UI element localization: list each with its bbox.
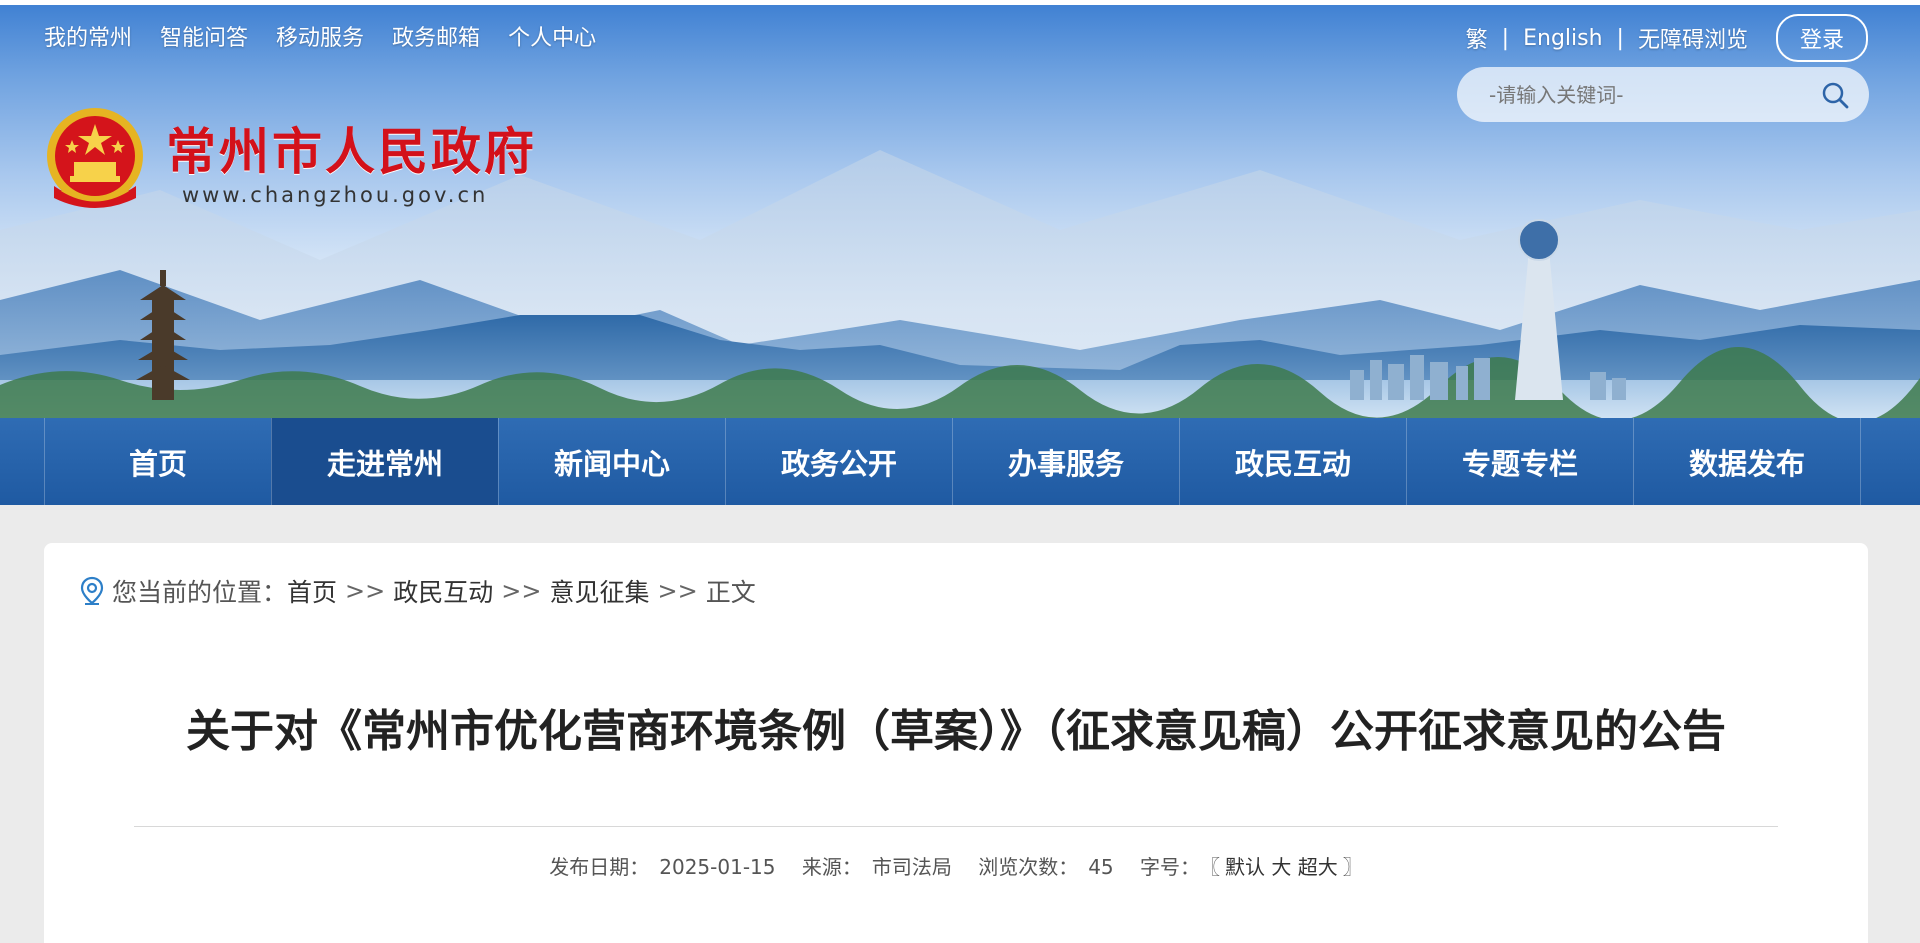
breadcrumb-separator: >> — [501, 577, 542, 605]
nav-about-changzhou[interactable]: 走进常州 — [271, 418, 498, 505]
publish-date: 发布日期： 2025-01-15 — [544, 855, 780, 879]
separator: | — [1616, 25, 1624, 51]
article-title: 关于对《常州市优化营商环境条例（草案）》（征求意见稿）公开征求意见的公告 — [186, 706, 1726, 757]
publish-date-label: 发布日期： — [549, 855, 650, 879]
breadcrumb-home[interactable]: 首页 — [287, 573, 337, 609]
nav-interaction[interactable]: 政民互动 — [1179, 418, 1406, 505]
login-button[interactable]: 登录 — [1775, 14, 1868, 62]
site-url: www.changzhou.gov.cn — [182, 183, 489, 207]
link-my-changzhou[interactable]: 我的常州 — [44, 20, 132, 52]
breadcrumb-current: 正文 — [705, 578, 756, 607]
landscape-banner — [0, 150, 1920, 418]
view-count-value: 45 — [1088, 855, 1114, 879]
breadcrumb-prefix: 您当前的位置： — [112, 578, 288, 607]
link-traditional-chinese[interactable]: 繁 — [1466, 22, 1488, 54]
link-smart-qa[interactable]: 智能问答 — [160, 20, 248, 52]
nav-services[interactable]: 办事服务 — [952, 418, 1179, 505]
link-accessibility[interactable]: 无障碍浏览 — [1638, 22, 1748, 54]
view-count-label: 浏览次数： — [978, 855, 1079, 879]
nav-data-release[interactable]: 数据发布 — [1633, 418, 1861, 505]
breadcrumb-separator: >> — [657, 577, 698, 605]
breadcrumb: 您当前的位置： 首页 >> 政民互动 >> 意见征集 >> 正文 — [80, 573, 756, 609]
source: 来源： 市司法局 — [797, 855, 957, 879]
location-pin-icon — [80, 576, 104, 605]
nav-special-topics[interactable]: 专题专栏 — [1406, 418, 1633, 505]
utility-links: 我的常州 智能问答 移动服务 政务邮箱 个人中心 — [44, 20, 596, 52]
search-icon[interactable] — [1821, 81, 1849, 109]
source-label: 来源： — [801, 855, 862, 879]
view-count: 浏览次数： 45 — [973, 855, 1118, 879]
breadcrumb-opinion-collection[interactable]: 意见征集 — [549, 573, 649, 609]
source-value: 市司法局 — [871, 855, 952, 879]
nav-home[interactable]: 首页 — [44, 418, 271, 505]
site-title[interactable]: 常州市人民政府 — [166, 112, 537, 184]
divider — [134, 826, 1778, 827]
breadcrumb-interaction[interactable]: 政民互动 — [393, 573, 493, 609]
bracket-open: 〖 — [1210, 855, 1221, 879]
link-personal-center[interactable]: 个人中心 — [508, 20, 596, 52]
nav-news-center[interactable]: 新闻中心 — [498, 418, 725, 505]
search-box — [1457, 67, 1869, 122]
main-navigation: 首页 走进常州 新闻中心 政务公开 办事服务 政民互动 专题专栏 数据发布 — [0, 418, 1920, 505]
font-size-control: 字号： 〖默认 大 超大〗 — [1135, 855, 1368, 879]
font-size-default[interactable]: 默认 — [1225, 855, 1265, 879]
link-gov-mailbox[interactable]: 政务邮箱 — [392, 20, 480, 52]
link-english[interactable]: English — [1523, 26, 1602, 51]
font-size-label: 字号： — [1140, 855, 1201, 879]
nav-government-affairs[interactable]: 政务公开 — [725, 418, 952, 505]
search-input[interactable] — [1487, 81, 1791, 108]
national-emblem — [47, 108, 143, 208]
article-panel: 您当前的位置： 首页 >> 政民互动 >> 意见征集 >> 正文 关于对《常州市… — [44, 543, 1868, 943]
separator: | — [1501, 25, 1510, 51]
bracket-close: 〗 — [1342, 855, 1363, 879]
language-links: 繁 | English | 无障碍浏览 登录 — [1466, 14, 1868, 62]
font-size-large[interactable]: 大 — [1271, 855, 1291, 879]
article-meta: 发布日期： 2025-01-15 来源： 市司法局 浏览次数： 45 字号： 〖默认 大… — [44, 851, 1868, 880]
link-mobile-services[interactable]: 移动服务 — [276, 20, 364, 52]
publish-date-value: 2025-01-15 — [659, 855, 776, 879]
font-size-xlarge[interactable]: 超大 — [1298, 855, 1338, 879]
site-header: 我的常州 智能问答 移动服务 政务邮箱 个人中心 繁 | English | 无… — [0, 0, 1920, 418]
breadcrumb-separator: >> — [345, 577, 386, 605]
